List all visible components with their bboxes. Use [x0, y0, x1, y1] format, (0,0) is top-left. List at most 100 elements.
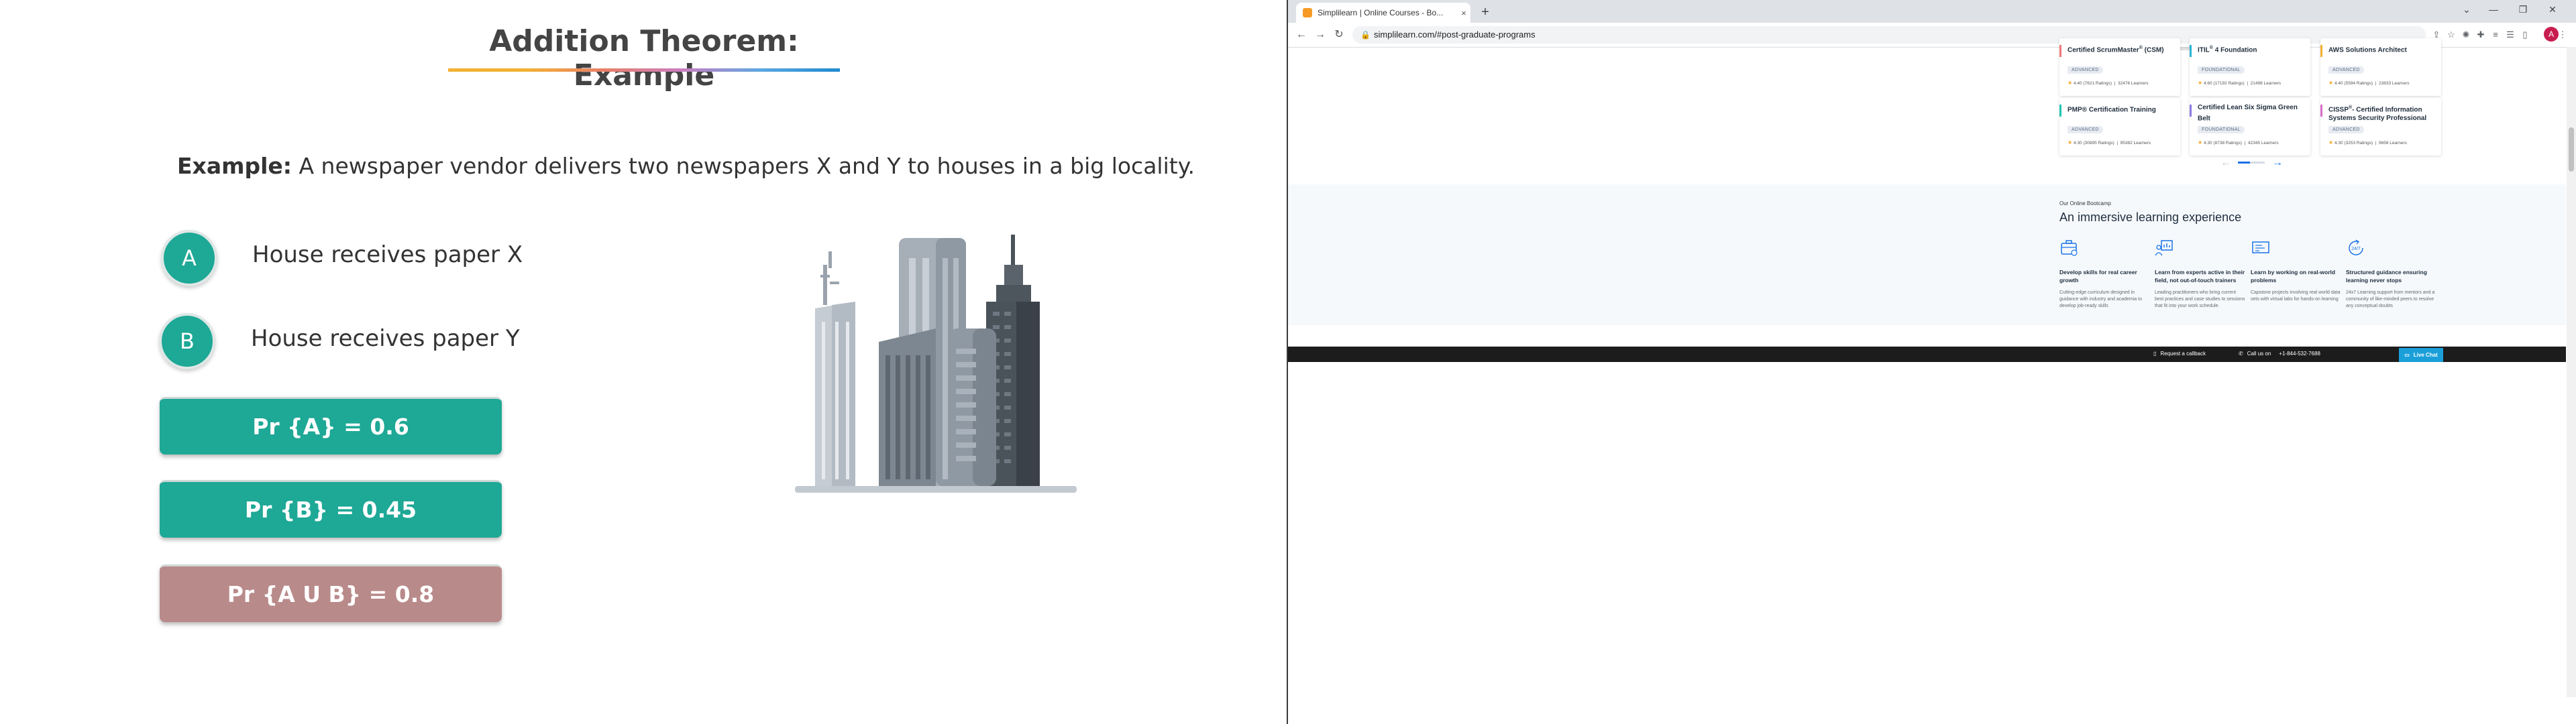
- browser-window: Simplilearn | Online Courses - Bo... × +…: [1288, 0, 2576, 724]
- phone-icon: ✆: [2239, 351, 2243, 357]
- level-badge: FOUNDATIONAL: [2198, 126, 2245, 133]
- example-sentence: Example: A newspaper vendor delivers two…: [177, 153, 1195, 179]
- card-accent: [2190, 105, 2192, 117]
- feature-description: Cutting-edge curriculum designed in guid…: [2059, 290, 2142, 308]
- sticky-footer-bar: ▯ Request a callback ✆ Call us on +1-844…: [1288, 347, 2566, 362]
- course-card[interactable]: Certified Lean Six Sigma Green Belt FOUN…: [2190, 98, 2310, 156]
- star-icon: ★: [2068, 139, 2073, 145]
- card-accent: [2059, 45, 2061, 57]
- phone-device-icon: ▯: [2153, 351, 2157, 357]
- card-accent: [2059, 105, 2061, 117]
- event-b-text: House receives paper Y: [251, 325, 520, 352]
- slide-title: Addition Theorem: Example: [489, 24, 799, 93]
- call-us-label: Call us on: [2247, 351, 2271, 357]
- 24-7-support-icon: 24/7: [2349, 239, 2363, 255]
- feature-title: Learn from experts active in their field…: [2155, 269, 2245, 284]
- star-icon: ★: [2328, 139, 2334, 145]
- event-a-letter: A: [182, 245, 197, 271]
- tab-title: Simplilearn | Online Courses - Bo...: [1318, 8, 1444, 17]
- event-b-circle: B: [159, 313, 215, 369]
- prob-a-text: Pr {A} = 0.6: [252, 414, 409, 440]
- rating-stats: ★ 4.30 (3253 Ratings) | 9658 Learners: [2328, 139, 2407, 145]
- title-underline: [448, 68, 840, 72]
- empty-area: [1288, 362, 2576, 724]
- prob-union-text: Pr {A U B} = 0.8: [227, 581, 435, 607]
- level-badge: FOUNDATIONAL: [2198, 66, 2245, 74]
- feature-description: 24x7 Learning support from mentors and a…: [2346, 290, 2435, 308]
- level-badge: ADVANCED: [2068, 126, 2103, 133]
- level-badge: ADVANCED: [2068, 66, 2103, 74]
- feature-title: Structured guidance ensuring learning ne…: [2346, 269, 2427, 284]
- feature-title: Learn by working on real-world problems: [2251, 269, 2336, 284]
- event-a-text: House receives paper X: [252, 241, 523, 268]
- event-b-letter: B: [180, 328, 195, 354]
- carousel-progress-active: [2238, 162, 2250, 164]
- course-title: AWS Solutions Architect: [2328, 46, 2407, 54]
- maximize-button[interactable]: ❐: [2513, 4, 2533, 15]
- star-icon: ★: [2068, 80, 2073, 86]
- example-text: A newspaper vendor delivers two newspape…: [292, 153, 1195, 179]
- rating-stats: ★ 4.60 (17192 Ratings) | 21498 Learners: [2198, 80, 2282, 86]
- course-card[interactable]: Certified ScrumMaster® (CSM) ADVANCED ★ …: [2059, 38, 2180, 96]
- feature-description: Capstone projects involving real world d…: [2251, 290, 2341, 302]
- prob-b-box: Pr {B} = 0.45: [160, 480, 502, 538]
- card-accent: [2190, 45, 2192, 57]
- tab-search-icon[interactable]: ⌄: [2457, 4, 2477, 15]
- media-icon[interactable]: ≡: [2489, 28, 2502, 42]
- close-window-button[interactable]: ✕: [2542, 4, 2563, 15]
- forward-arrow-icon[interactable]: →: [1312, 27, 1328, 43]
- reading-list-icon[interactable]: ☰: [2504, 28, 2517, 42]
- call-us-link[interactable]: ✆ Call us on +1-844-532-7688: [2239, 351, 2320, 357]
- project-screen-icon: [2252, 241, 2269, 253]
- browser-tab[interactable]: Simplilearn | Online Courses - Bo... ×: [1296, 3, 1470, 23]
- tab-strip: Simplilearn | Online Courses - Bo... × +…: [1288, 0, 2576, 23]
- tab-close-icon[interactable]: ×: [1457, 8, 1470, 18]
- live-chat-label: Live Chat: [2413, 352, 2438, 358]
- new-tab-button[interactable]: +: [1477, 4, 1493, 20]
- section-heading: An immersive learning experience: [2059, 210, 2242, 224]
- prob-a-box: Pr {A} = 0.6: [160, 397, 502, 455]
- course-card[interactable]: CISSP®- Certified Information Systems Se…: [2320, 98, 2441, 156]
- carousel-next-arrow-icon[interactable]: →: [2272, 157, 2283, 169]
- chat-bubble-icon: ▭: [2404, 352, 2410, 358]
- course-card[interactable]: ITIL® 4 Foundation FOUNDATIONAL ★ 4.60 (…: [2190, 38, 2310, 96]
- side-panel-icon[interactable]: ▯: [2518, 28, 2532, 42]
- back-arrow-icon[interactable]: ←: [1293, 27, 1309, 43]
- extension-red-icon[interactable]: ✺: [2459, 28, 2473, 42]
- url-text: simplilearn.com/#post-graduate-programs: [1374, 29, 1536, 40]
- bookmark-star-icon[interactable]: ☆: [2445, 28, 2458, 42]
- section-eyebrow: Our Online Bootcamp: [2059, 200, 2111, 206]
- carousel-progress: [2238, 162, 2265, 164]
- course-title: PMP® Certification Training: [2068, 106, 2156, 114]
- scrollbar-thumb[interactable]: [2569, 127, 2574, 172]
- presentation-board-icon: [2155, 240, 2173, 256]
- profile-avatar[interactable]: A: [2544, 27, 2559, 42]
- star-icon: ★: [2328, 80, 2334, 86]
- course-title: ITIL® 4 Foundation: [2198, 46, 2257, 54]
- course-title: Certified Lean Six Sigma Green Belt: [2198, 104, 2298, 123]
- carousel-prev-arrow-icon[interactable]: ←: [2220, 157, 2231, 169]
- card-accent: [2320, 105, 2322, 117]
- reload-icon[interactable]: ↻: [1331, 27, 1347, 43]
- course-title: CISSP®- Certified Information Systems Se…: [2328, 105, 2427, 123]
- prob-b-text: Pr {B} = 0.45: [244, 497, 417, 523]
- extensions-puzzle-icon[interactable]: ✚: [2474, 28, 2487, 42]
- course-title: Certified ScrumMaster® (CSM): [2068, 46, 2164, 54]
- feature-title: Develop skills for real career growth: [2059, 269, 2137, 284]
- rating-stats: ★ 4.30 (30895 Ratings) | 95382 Learners: [2068, 139, 2151, 145]
- minimize-button[interactable]: —: [2483, 4, 2504, 15]
- rating-stats: ★ 4.40 (7621 Ratings) | 32476 Learners: [2068, 80, 2149, 86]
- phone-number: +1-844-532-7688: [2279, 351, 2320, 357]
- level-badge: ADVANCED: [2328, 66, 2364, 74]
- course-card[interactable]: PMP® Certification Training ADVANCED ★ 4…: [2059, 98, 2180, 156]
- request-callback-label: Request a callback: [2160, 351, 2206, 357]
- request-callback-link[interactable]: ▯ Request a callback: [2153, 351, 2206, 357]
- rating-stats: ★ 4.40 (5594 Ratings) | 23833 Learners: [2328, 80, 2410, 86]
- star-icon: ★: [2198, 139, 2203, 145]
- course-card[interactable]: AWS Solutions Architect ADVANCED ★ 4.40 …: [2320, 38, 2441, 96]
- live-chat-button[interactable]: ▭ Live Chat: [2399, 348, 2443, 362]
- feature-description: Leading practitioners who bring current …: [2155, 290, 2245, 308]
- rating-stats: ★ 4.30 (8738 Ratings) | 42345 Learners: [2198, 139, 2279, 145]
- event-a-circle: A: [161, 230, 217, 286]
- prob-union-box: Pr {A U B} = 0.8: [160, 564, 502, 622]
